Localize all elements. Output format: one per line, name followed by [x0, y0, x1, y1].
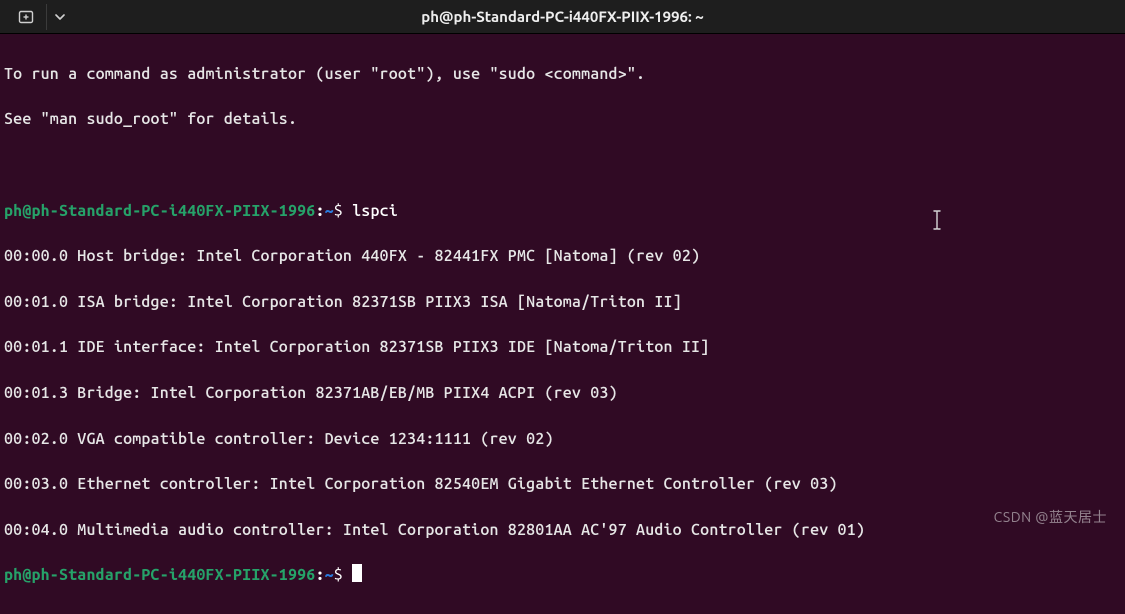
prompt-path: ~ — [325, 202, 334, 220]
titlebar-divider — [46, 4, 47, 30]
lspci-output-line: 00:03.0 Ethernet controller: Intel Corpo… — [4, 473, 1121, 496]
new-tab-button[interactable] — [8, 3, 44, 31]
titlebar: ph@ph-Standard-PC-i440FX-PIIX-1996: ~ — [0, 0, 1125, 34]
text-cursor — [352, 564, 362, 582]
lspci-output-line: 00:02.0 VGA compatible controller: Devic… — [4, 428, 1121, 451]
lspci-output-line: 00:01.1 IDE interface: Intel Corporation… — [4, 336, 1121, 359]
chevron-down-icon — [55, 12, 65, 22]
lspci-output-line: 00:00.0 Host bridge: Intel Corporation 4… — [4, 245, 1121, 268]
tab-menu-button[interactable] — [49, 3, 71, 31]
prompt-path: ~ — [325, 566, 334, 584]
lspci-output-line: 00:04.0 Multimedia audio controller: Int… — [4, 519, 1121, 542]
prompt-line-active[interactable]: ph@ph-Standard-PC-i440FX-PIIX-1996:~$ — [4, 564, 1121, 587]
prompt-line: ph@ph-Standard-PC-i440FX-PIIX-1996:~$ ls… — [4, 200, 1121, 223]
new-tab-icon — [18, 9, 34, 25]
command-text: lspci — [352, 202, 398, 220]
window-title: ph@ph-Standard-PC-i440FX-PIIX-1996: ~ — [421, 8, 703, 25]
motd-line: See "man sudo_root" for details. — [4, 108, 1121, 131]
blank-line — [4, 154, 1121, 177]
titlebar-controls — [0, 3, 71, 31]
lspci-output-line: 00:01.0 ISA bridge: Intel Corporation 82… — [4, 291, 1121, 314]
motd-line: To run a command as administrator (user … — [4, 63, 1121, 86]
terminal-body[interactable]: To run a command as administrator (user … — [0, 34, 1125, 614]
prompt-colon: : — [315, 202, 324, 220]
prompt-dollar: $ — [334, 566, 352, 584]
prompt-dollar: $ — [334, 202, 352, 220]
prompt-colon: : — [315, 566, 324, 584]
prompt-user-host: ph@ph-Standard-PC-i440FX-PIIX-1996 — [4, 566, 315, 584]
lspci-output-line: 00:01.3 Bridge: Intel Corporation 82371A… — [4, 382, 1121, 405]
prompt-user-host: ph@ph-Standard-PC-i440FX-PIIX-1996 — [4, 202, 315, 220]
